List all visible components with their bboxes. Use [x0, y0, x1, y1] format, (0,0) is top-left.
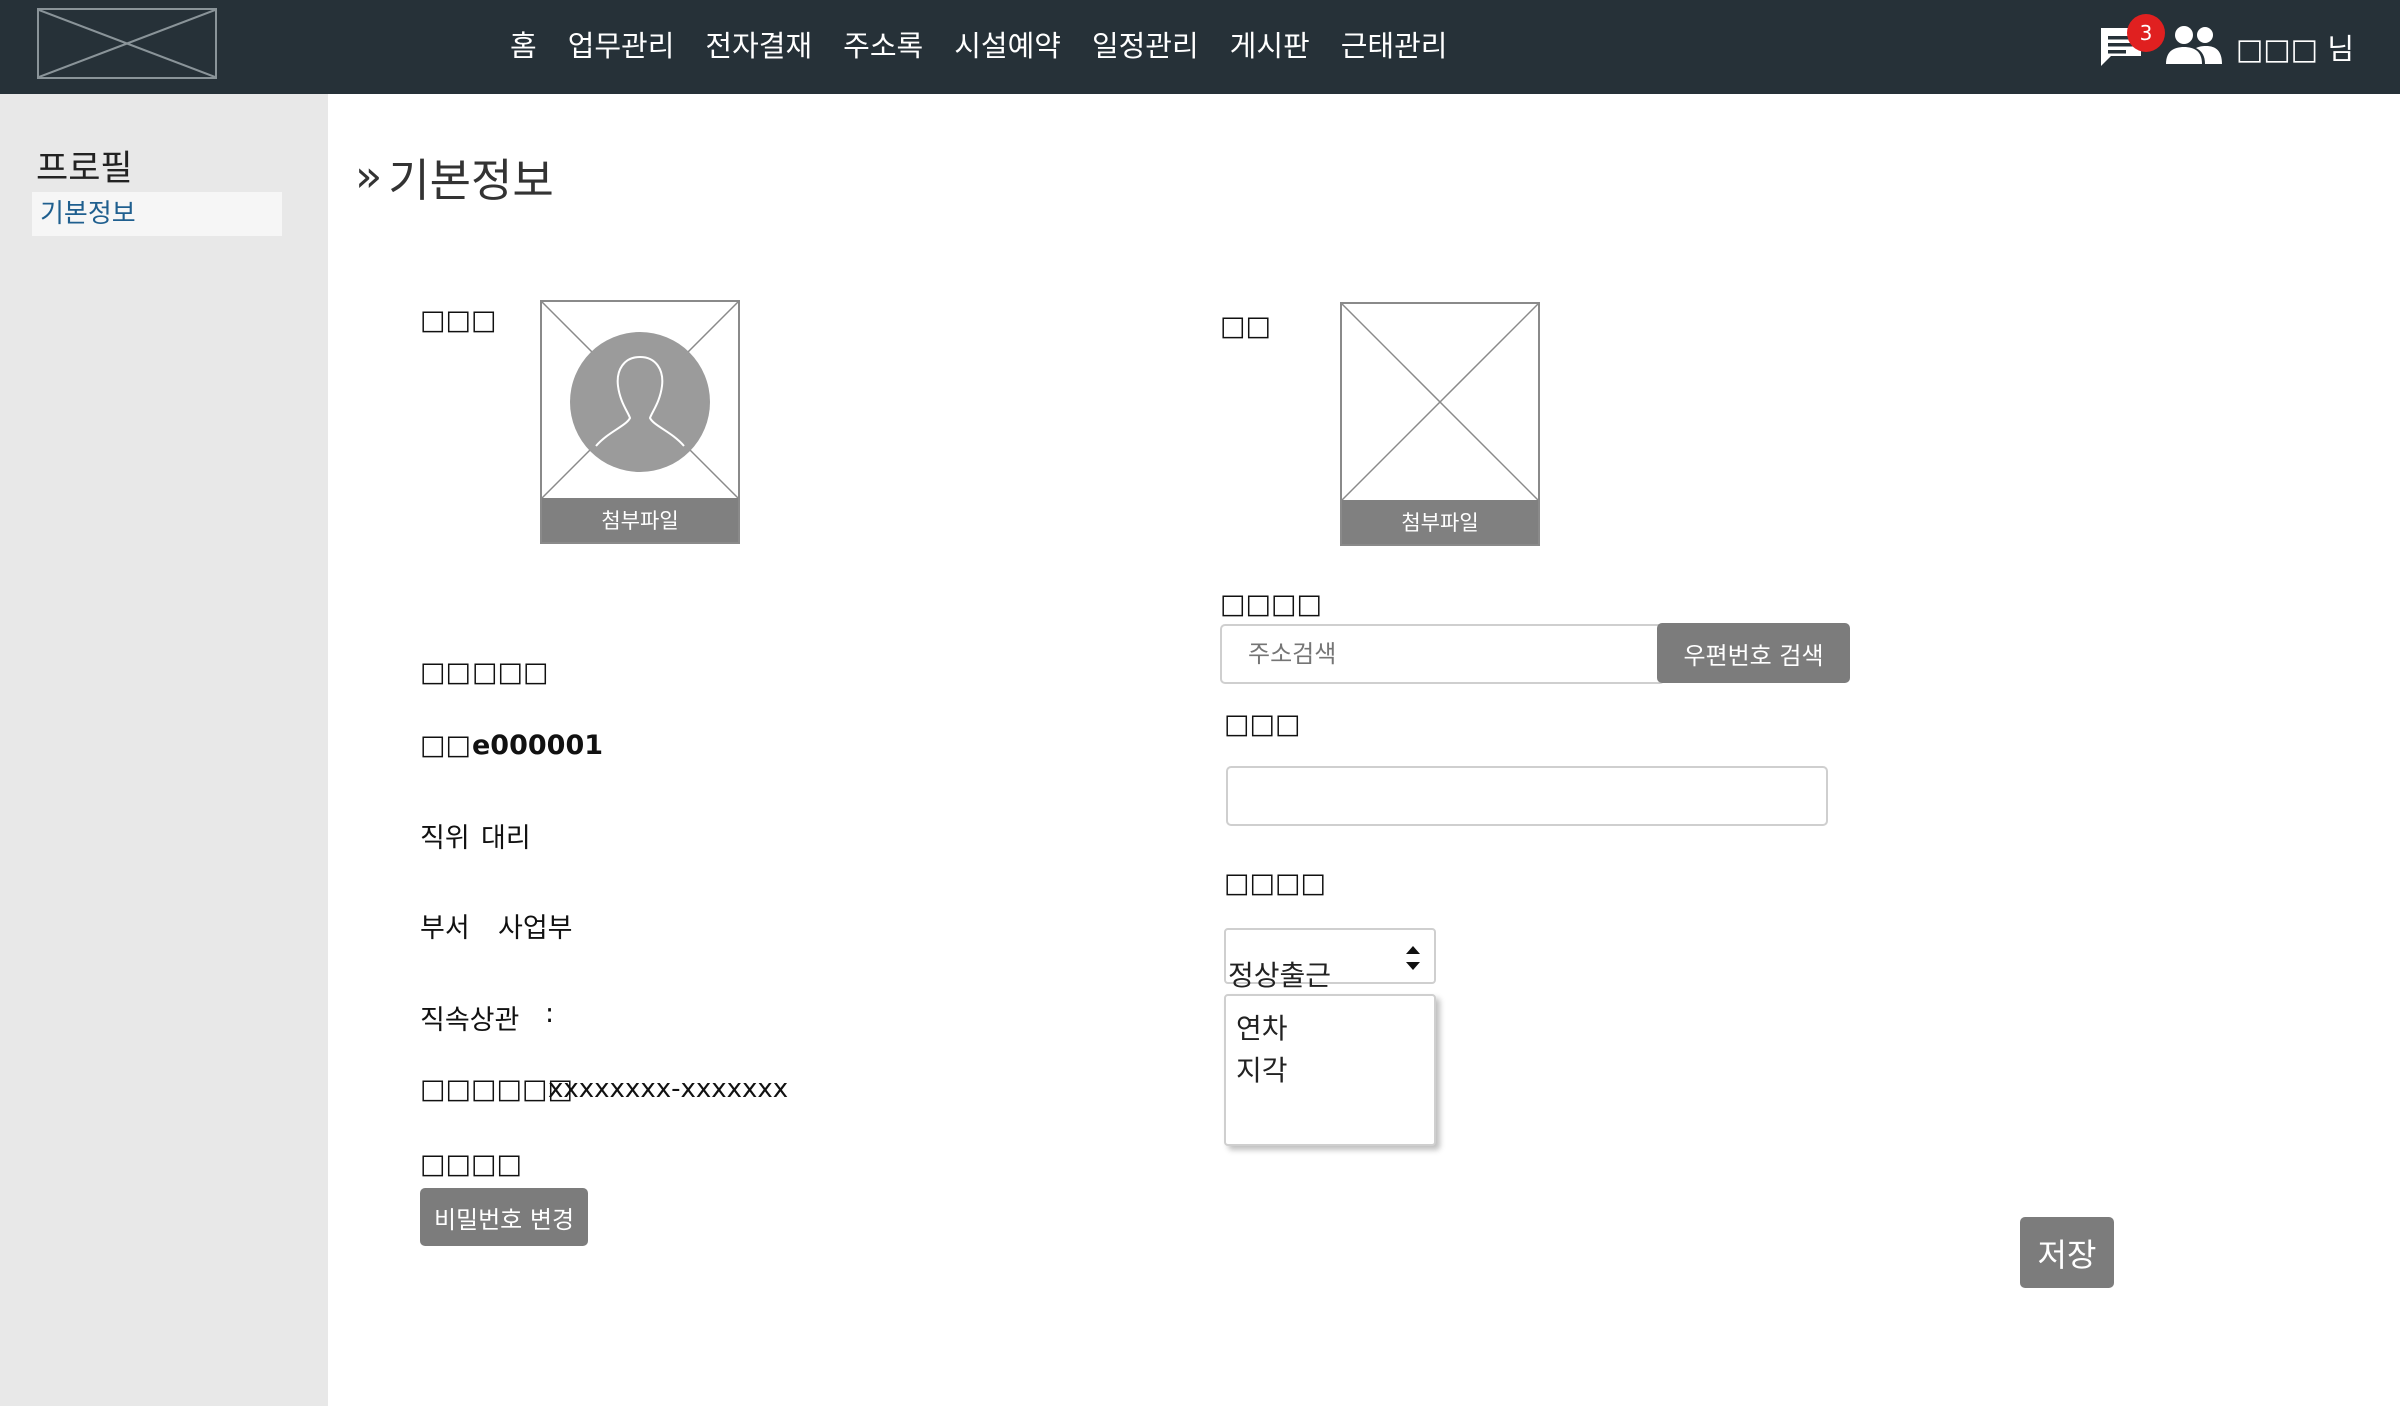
signature-attach-button[interactable]: 첨부파일: [1342, 500, 1538, 544]
notification-badge: 3: [2127, 14, 2165, 52]
attendance-status-value: 정상출근: [1228, 959, 1332, 992]
stepper-arrows-icon[interactable]: [1404, 940, 1422, 976]
main-nav: 홈 업무관리 전자결재 주소록 시설예약 일정관리 게시판 근태관리: [510, 22, 1478, 66]
sidebar: 프로필 기본정보: [0, 94, 328, 1406]
profile-photo-label: □□□: [420, 305, 497, 336]
password-label: □□□□: [420, 1149, 523, 1180]
address-label: □□□□: [1220, 589, 1323, 620]
sidebar-title: 프로필: [36, 149, 133, 189]
nav-item-schedule[interactable]: 일정관리: [1092, 23, 1199, 65]
nav-item-home[interactable]: 홈: [510, 23, 537, 65]
page-title: ›› 기본정보: [355, 144, 554, 209]
user-menu[interactable]: □□□ 님: [2236, 26, 2354, 68]
employee-id-value: e000001: [472, 730, 604, 761]
address-detail-label: □□□: [1224, 709, 1301, 740]
name-label: □□: [420, 657, 472, 688]
address-detail-input[interactable]: [1226, 766, 1828, 826]
attendance-status-stepper[interactable]: 정상출근: [1224, 928, 1436, 992]
nav-item-approval[interactable]: 전자결재: [705, 23, 812, 65]
manager-label: 직속상관: [420, 1005, 520, 1036]
name-value: □□□: [472, 657, 549, 688]
department-value: 사업부: [498, 913, 573, 944]
nav-item-contacts[interactable]: 주소록: [843, 23, 923, 65]
nav-item-attendance[interactable]: 근태관리: [1341, 23, 1448, 65]
nav-item-tasks[interactable]: 업무관리: [568, 23, 675, 65]
position-value: 대리: [481, 823, 531, 854]
signature-image-box: 첨부파일: [1340, 302, 1540, 546]
signature-label: □□: [1220, 311, 1272, 342]
profile-attach-button[interactable]: 첨부파일: [542, 498, 738, 542]
attendance-status-options: 연차 지각: [1224, 994, 1436, 1146]
employee-id-label: □□: [420, 730, 472, 761]
logo-placeholder[interactable]: [37, 8, 217, 79]
nav-item-board[interactable]: 게시판: [1230, 23, 1310, 65]
avatar-icon: [570, 332, 710, 472]
double-chevron-right-icon: ››: [355, 151, 382, 202]
position-label: 직위: [420, 823, 470, 854]
top-navigation-bar: 홈 업무관리 전자결재 주소록 시설예약 일정관리 게시판 근태관리: [0, 0, 2400, 94]
nav-item-facility[interactable]: 시설예약: [954, 23, 1061, 65]
sidebar-item-basic-info[interactable]: 기본정보: [32, 192, 282, 236]
page-title-text: 기본정보: [388, 154, 554, 207]
change-password-button[interactable]: 비밀번호 변경: [420, 1188, 588, 1246]
people-icon[interactable]: [2164, 24, 2224, 66]
address-search-input[interactable]: [1220, 624, 1665, 684]
attendance-status-label: □□□□: [1224, 868, 1327, 899]
save-button[interactable]: 저장: [2020, 1217, 2114, 1288]
profile-photo-box: 첨부파일: [540, 300, 740, 544]
manager-value: :: [545, 998, 555, 1029]
option-late[interactable]: 지각: [1226, 1050, 1434, 1092]
department-label: 부서: [420, 913, 470, 944]
resident-number-value: xxxxxxxx-xxxxxxx: [548, 1074, 789, 1104]
zip-search-button[interactable]: 우편번호 검색: [1657, 623, 1850, 683]
option-annual-leave[interactable]: 연차: [1226, 1008, 1434, 1050]
